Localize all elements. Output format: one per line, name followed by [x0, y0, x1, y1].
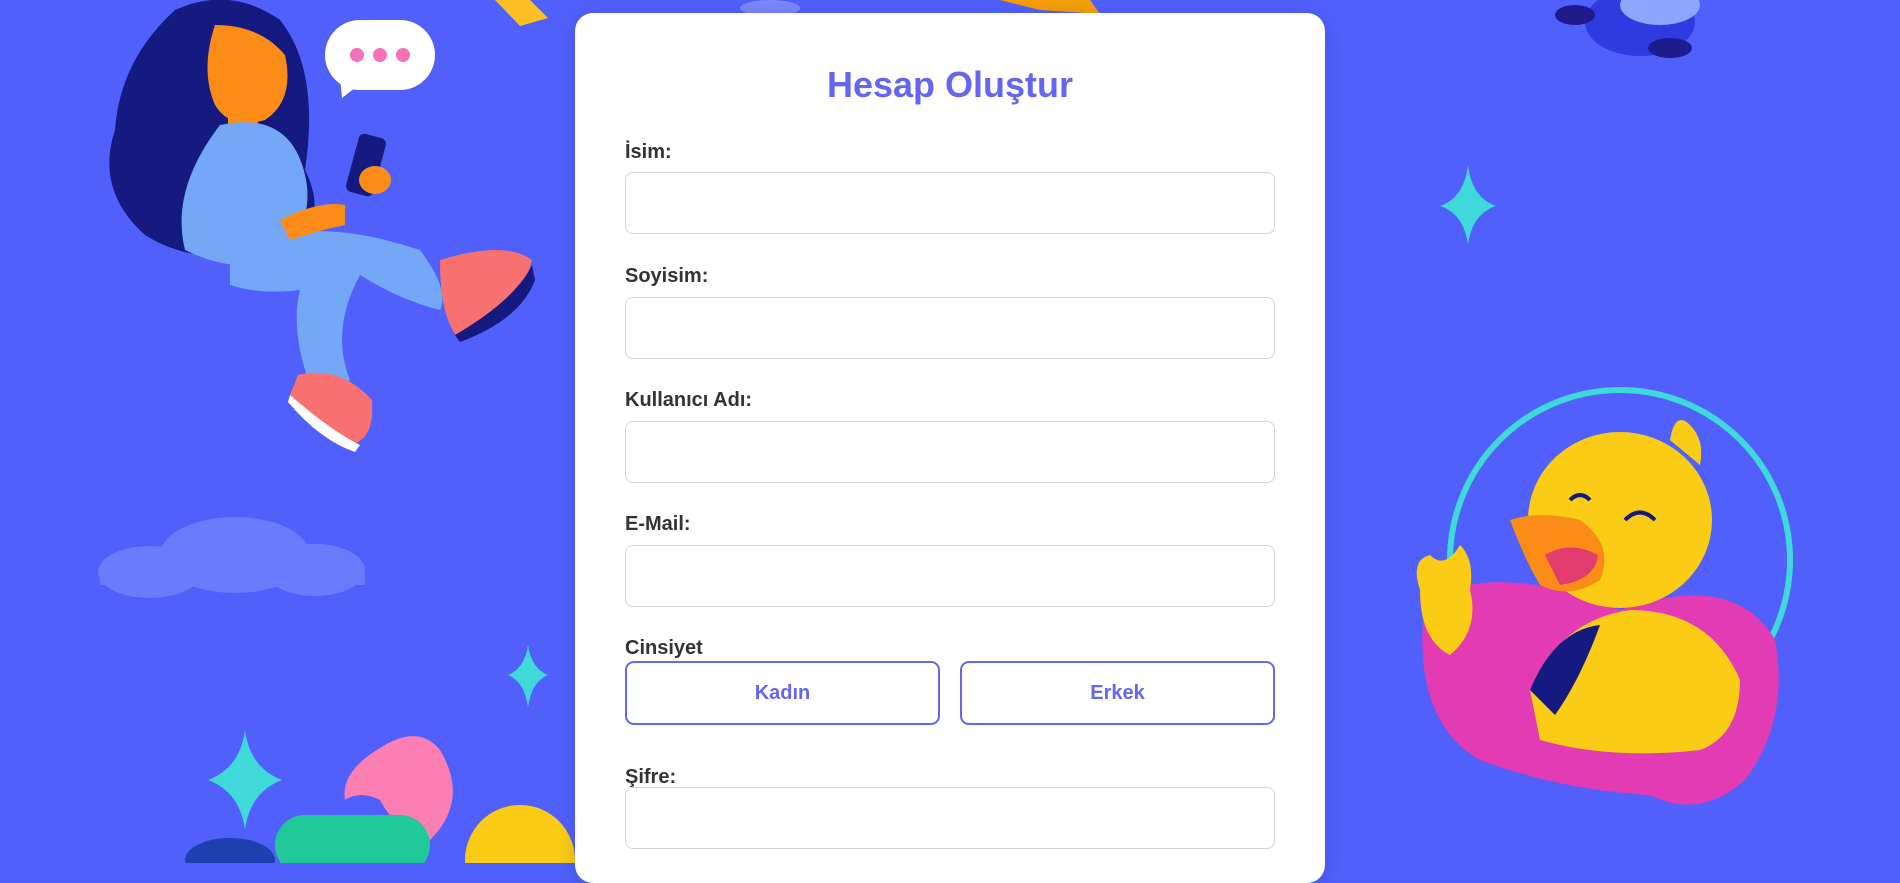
email-input[interactable] [625, 545, 1275, 607]
last-name-input[interactable] [625, 297, 1275, 359]
form-title: Hesap Oluştur [826, 64, 1074, 105]
speech-bubble-icon [325, 20, 435, 98]
username-input[interactable] [625, 421, 1275, 483]
email-label: E-Mail: [625, 513, 691, 535]
cloud-shape [98, 517, 365, 598]
password-input[interactable] [625, 787, 1275, 849]
password-label: Şifre: [625, 766, 677, 788]
first-name-label: İsim: [625, 141, 672, 163]
gender-label: Cinsiyet [625, 637, 703, 659]
username-label: Kullanıcı Adı: [625, 389, 753, 411]
flying-bird-illustration [1555, 0, 1700, 58]
gender-male-button[interactable]: Erkek [960, 661, 1275, 725]
gender-female-button[interactable]: Kadın [625, 661, 940, 725]
first-name-input[interactable] [625, 172, 1275, 234]
girl-with-phone-illustration [109, 0, 535, 452]
registration-card: Hesap Oluştur İsim: Soyisim: Kullanıcı A… [575, 13, 1325, 883]
last-name-label: Soyisim: [625, 265, 709, 287]
